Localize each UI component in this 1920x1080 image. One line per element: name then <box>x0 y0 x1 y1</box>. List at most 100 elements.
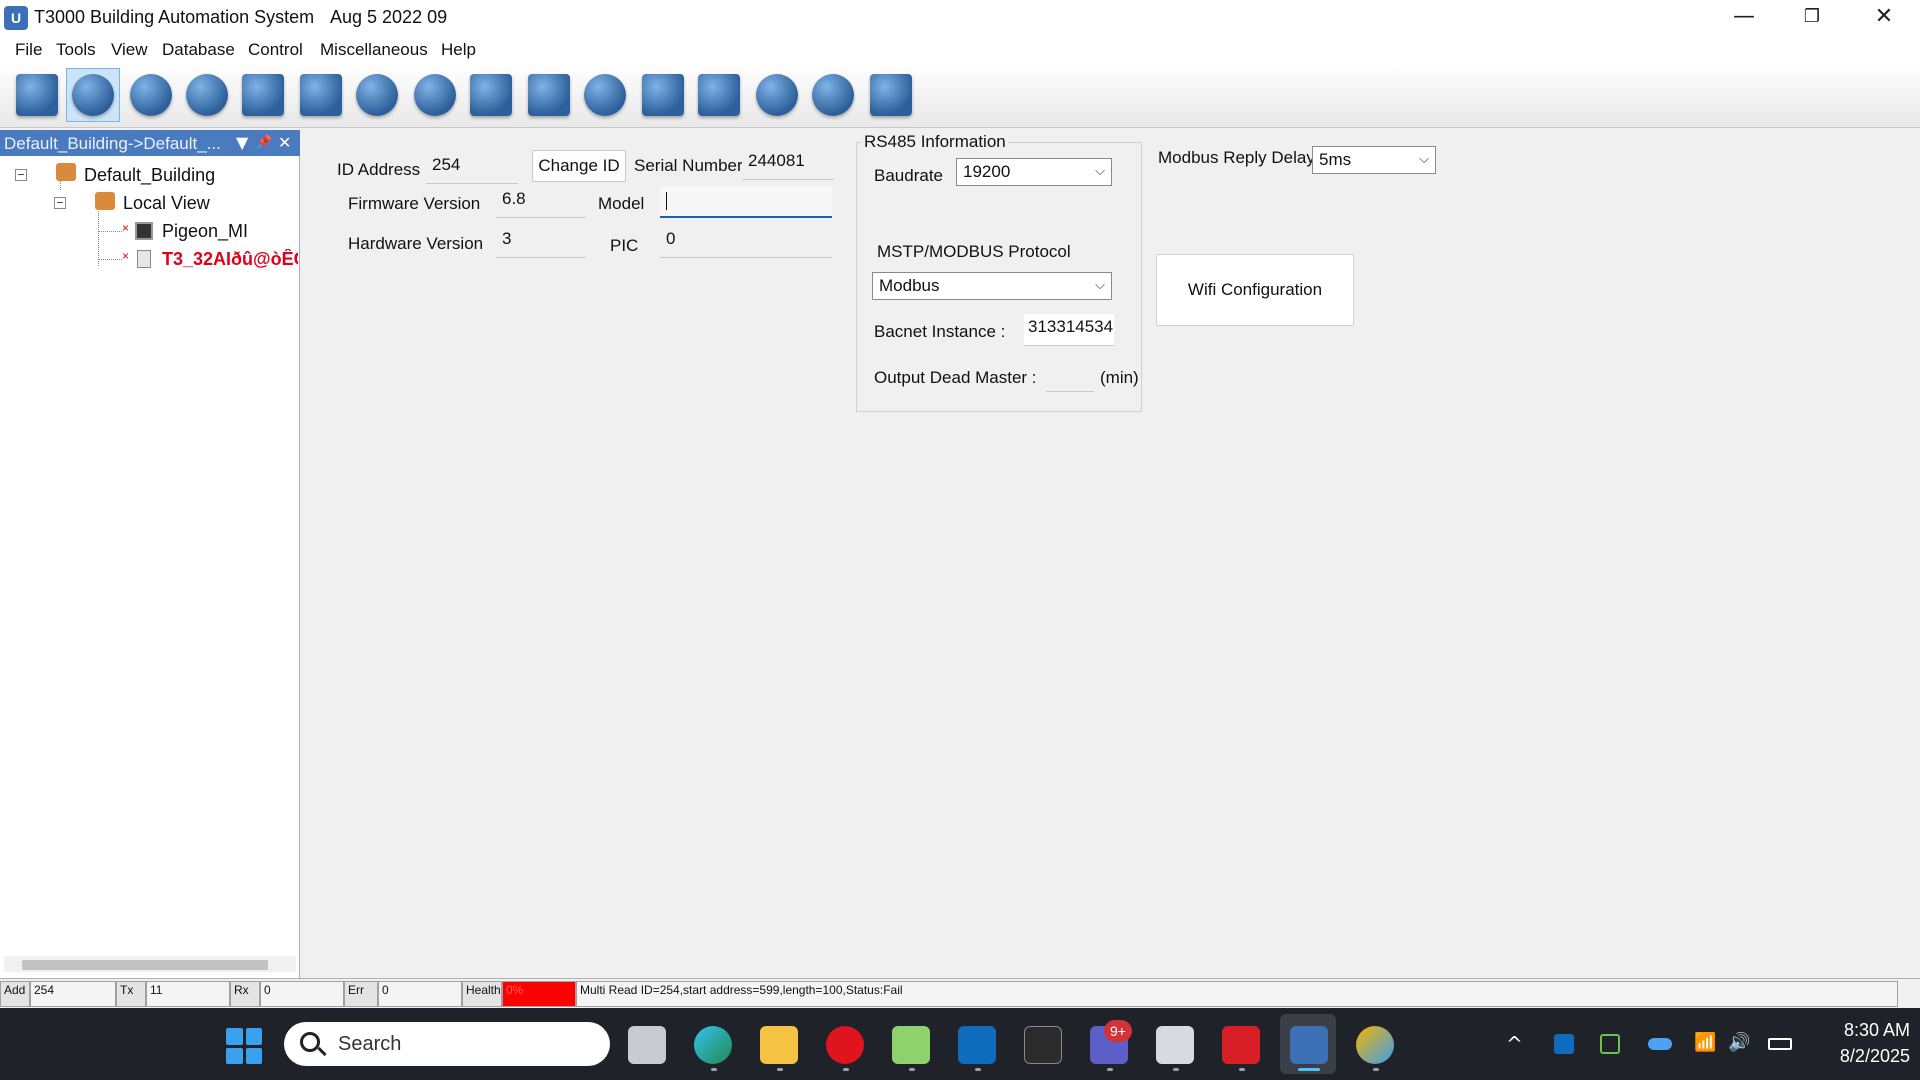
wifi-configuration-button[interactable]: Wifi Configuration <box>1156 254 1354 326</box>
status-bar: Add 254 Tx 11 Rx 0 Err 0 Health 0% Multi… <box>0 978 1920 1008</box>
menu-tools[interactable]: Tools <box>56 40 96 60</box>
menu-file[interactable]: File <box>15 40 42 60</box>
local-view-tree-icon <box>95 192 115 210</box>
tray-outlook-icon[interactable] <box>1554 1034 1574 1054</box>
network-toolbar-button[interactable] <box>636 68 690 122</box>
dial-toolbar-button[interactable] <box>578 68 632 122</box>
minimize-button[interactable]: — <box>1710 0 1778 36</box>
app-running-indicator <box>711 1068 717 1071</box>
pic-field[interactable]: 0 <box>660 226 832 258</box>
bacnet-instance-field[interactable]: 313314534 <box>1024 314 1114 346</box>
window-build-date: Aug 5 2022 09 <box>330 7 448 27</box>
opera-icon[interactable] <box>826 1026 864 1064</box>
baudrate-label: Baudrate <box>874 166 943 185</box>
trend-chart-toolbar-button[interactable] <box>522 68 576 122</box>
building-toolbar-button[interactable] <box>864 68 918 122</box>
edge-icon[interactable] <box>694 1026 732 1064</box>
chevron-down-icon: ⌵ <box>1419 152 1429 167</box>
protocol-select[interactable]: Modbus ⌵ <box>872 272 1112 300</box>
calendar-icon <box>470 74 512 116</box>
t3000-app-icon: U <box>4 6 28 30</box>
modbus-reply-delay-select[interactable]: 5ms ⌵ <box>1312 146 1436 174</box>
schedule-icon <box>130 74 172 116</box>
tray-security-icon[interactable] <box>1600 1034 1620 1054</box>
t3000-icon[interactable] <box>1290 1026 1328 1064</box>
globe-toolbar-button[interactable] <box>180 68 234 122</box>
volume-icon[interactable]: 🔊 <box>1728 1032 1750 1053</box>
panel-dropdown-icon[interactable]: ▼ <box>236 133 248 152</box>
menu-view[interactable]: View <box>111 40 148 60</box>
status-health-indicator: 0% <box>502 981 576 1007</box>
id-address-field[interactable]: 254 <box>426 152 518 184</box>
taskbar-clock-date[interactable]: 8/2/2025 <box>1810 1046 1910 1067</box>
menu-help[interactable]: Help <box>441 40 476 60</box>
menu-miscellaneous[interactable]: Miscellaneous <box>320 40 428 60</box>
id-address-label: ID Address <box>337 160 421 179</box>
home-toolbar-button[interactable] <box>10 68 64 122</box>
status-rx-value: 0 <box>260 981 344 1007</box>
output-dead-master-field[interactable] <box>1046 360 1094 392</box>
monitor-toolbar-button[interactable] <box>692 68 746 122</box>
task-view-icon[interactable] <box>628 1026 666 1064</box>
tree-collapse-local-view[interactable]: − <box>54 197 66 209</box>
search-toolbar-button[interactable] <box>806 68 860 122</box>
app-running-indicator <box>1239 1068 1245 1071</box>
search-magnifier-icon <box>812 74 854 116</box>
firmware-version-label: Firmware Version <box>348 194 481 213</box>
plug-toolbar-button[interactable] <box>236 68 290 122</box>
camera-icon <box>356 74 398 116</box>
menu-bar: File Tools View Database Control Miscell… <box>0 36 1920 64</box>
device-toolbar-button[interactable] <box>294 68 348 122</box>
tree-item-t3-32ai[interactable]: T3_32AIðû@òÊC <box>162 249 298 270</box>
network-icon <box>642 74 684 116</box>
tree-item-pigeon-mi[interactable]: Pigeon_MI <box>162 221 248 242</box>
device-icon <box>300 74 342 116</box>
windows-start-icon[interactable] <box>226 1028 262 1064</box>
panel-close-icon[interactable]: ✕ <box>278 133 291 152</box>
teams-notification-badge: 9+ <box>1104 1020 1132 1042</box>
file-explorer-icon[interactable] <box>760 1026 798 1064</box>
close-button[interactable]: ✕ <box>1850 0 1918 36</box>
notepad-plus-icon[interactable] <box>892 1026 930 1064</box>
change-id-button[interactable]: Change ID <box>532 150 626 182</box>
tray-overflow-chevron-icon[interactable]: ^ <box>1506 1032 1523 1056</box>
tree-item-default-building[interactable]: Default_Building <box>84 165 215 186</box>
taskbar-clock-time[interactable]: 8:30 AM <box>1818 1020 1910 1041</box>
protocol-label: MSTP/MODBUS Protocol <box>877 242 1071 261</box>
app-running-indicator <box>1173 1068 1179 1071</box>
pin-icon[interactable]: 📌 <box>256 135 272 150</box>
camera-toolbar-button[interactable] <box>350 68 404 122</box>
offline-mark-icon: × <box>122 221 130 235</box>
remote-desktop-icon[interactable] <box>1156 1026 1194 1064</box>
settings-toolbar-button[interactable] <box>750 68 804 122</box>
device-settings-panel: ID Address 254 Change ID Serial Number 2… <box>304 130 1920 978</box>
acrobat-icon[interactable] <box>1222 1026 1260 1064</box>
menu-control[interactable]: Control <box>248 40 303 60</box>
rs485-group-title: RS485 Information <box>862 132 1008 152</box>
refresh-toolbar-button[interactable] <box>66 68 120 122</box>
schedule-toolbar-button[interactable] <box>124 68 178 122</box>
firmware-version-field[interactable]: 6.8 <box>496 186 586 218</box>
plug-icon <box>242 74 284 116</box>
battery-icon[interactable] <box>1768 1038 1792 1050</box>
serial-number-field[interactable]: 244081 <box>742 148 834 180</box>
menu-database[interactable]: Database <box>162 40 235 60</box>
onedrive-icon[interactable] <box>1648 1038 1672 1050</box>
tree-scrollbar-thumb[interactable] <box>22 960 268 970</box>
hardware-version-field[interactable]: 3 <box>496 226 586 258</box>
restore-button[interactable]: ❐ <box>1778 0 1846 36</box>
baudrate-select[interactable]: 19200 ⌵ <box>956 158 1112 186</box>
terminal-icon[interactable] <box>1024 1026 1062 1064</box>
paint-icon[interactable] <box>1356 1026 1394 1064</box>
taskbar-search-box[interactable]: Search <box>284 1022 610 1066</box>
calendar-toolbar-button[interactable] <box>464 68 518 122</box>
model-field[interactable] <box>660 186 832 218</box>
protocol-value: Modbus <box>879 276 940 295</box>
tree-collapse-root[interactable]: − <box>15 169 27 181</box>
building-tree-icon <box>56 163 76 181</box>
outlook-icon[interactable] <box>958 1026 996 1064</box>
wifi-icon[interactable]: 📶 <box>1694 1032 1716 1053</box>
tree-item-local-view[interactable]: Local View <box>123 193 210 214</box>
home-icon <box>16 74 58 116</box>
mail-toolbar-button[interactable] <box>408 68 462 122</box>
